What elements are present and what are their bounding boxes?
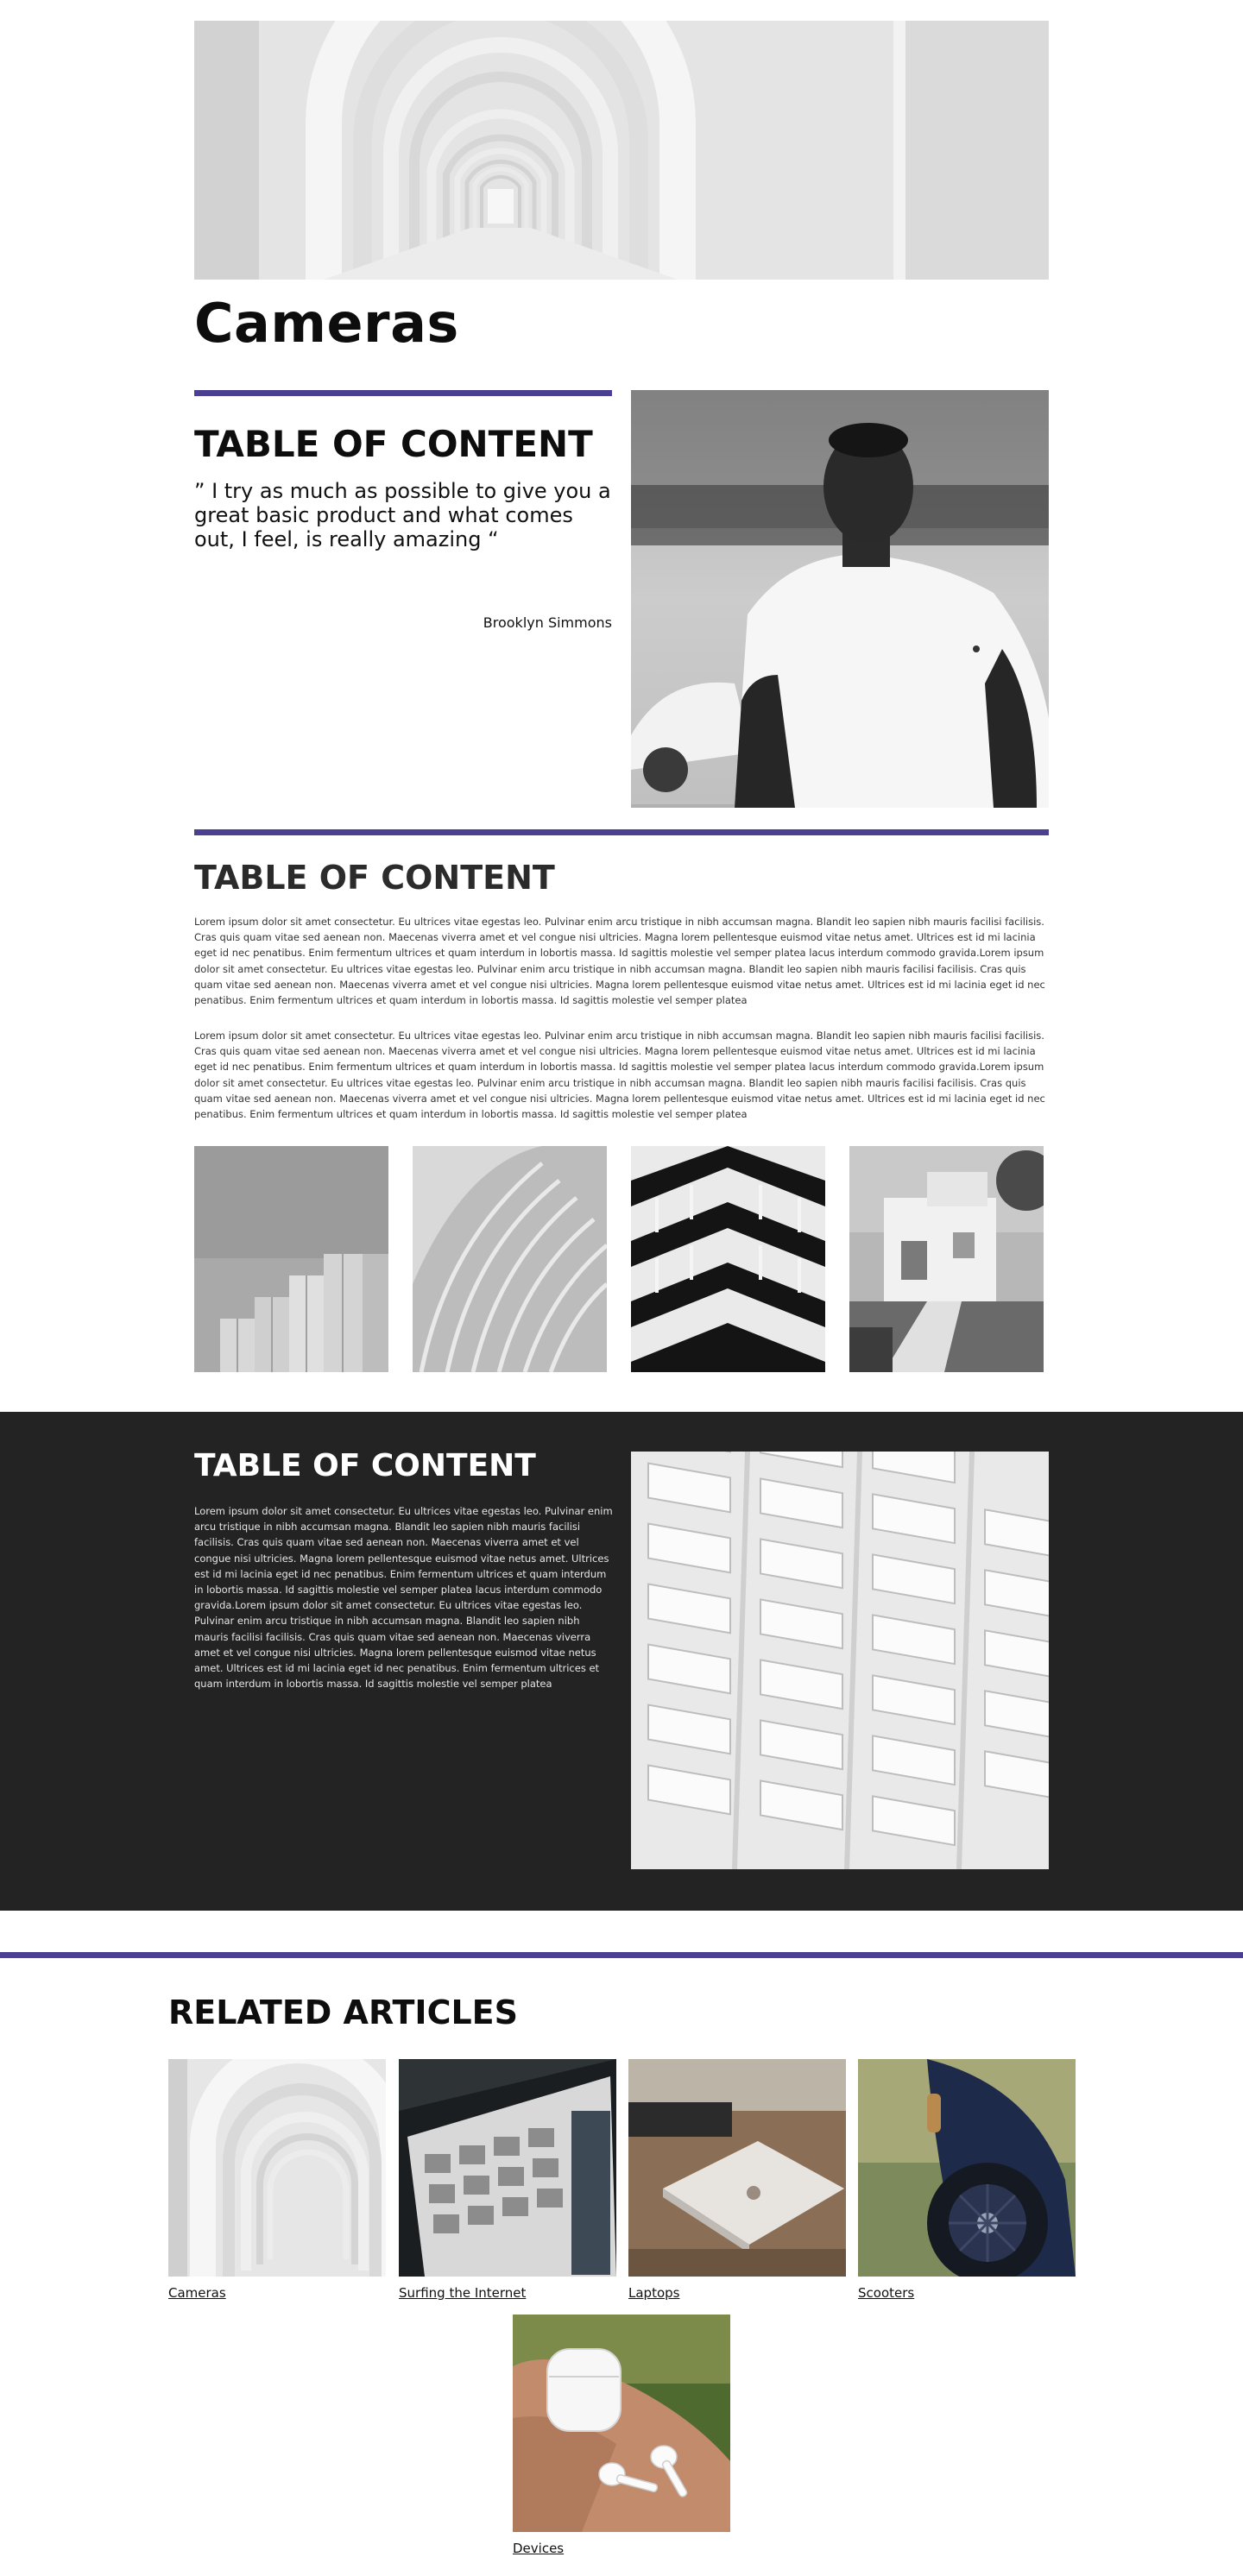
- quote-section-heading: TABLE OF CONTENT: [194, 423, 593, 465]
- gallery-image-steps: [194, 1146, 388, 1372]
- related-link-scooters[interactable]: Scooters: [858, 2285, 914, 2301]
- text-section-heading: TABLE OF CONTENT: [194, 859, 555, 897]
- related-link-surfing[interactable]: Surfing the Internet: [399, 2285, 526, 2301]
- related-card-image-surfing[interactable]: [399, 2059, 616, 2277]
- gallery-image-zigzag-building: [631, 1146, 825, 1372]
- gallery-image-curve-building: [413, 1146, 607, 1372]
- related-link-laptops[interactable]: Laptops: [628, 2285, 679, 2301]
- gallery-image-white-house: [849, 1146, 1044, 1372]
- balcony-building-photo: [631, 1452, 1049, 1869]
- related-articles-heading: RELATED ARTICLES: [168, 1993, 518, 2031]
- page: Cameras TABLE OF CONTENT ” I try as much…: [0, 0, 1243, 2576]
- body-paragraph-2: Lorem ipsum dolor sit amet consectetur. …: [194, 1030, 1045, 1121]
- body-paragraph-1: Lorem ipsum dolor sit amet consectetur. …: [194, 916, 1045, 1007]
- dark-section-paragraph: Lorem ipsum dolor sit amet consectetur. …: [194, 1505, 613, 1691]
- dark-section: [0, 1412, 1243, 1911]
- quote-text: ” I try as much as possible to give you …: [194, 479, 611, 551]
- related-card-image-cameras[interactable]: [168, 2059, 386, 2277]
- related-link-devices[interactable]: Devices: [513, 2541, 564, 2556]
- portrait-photo: [631, 390, 1049, 808]
- related-link-cameras[interactable]: Cameras: [168, 2285, 226, 2301]
- accent-bar-top: [194, 390, 612, 396]
- accent-bar-related: [0, 1952, 1243, 1958]
- related-card-image-devices[interactable]: [513, 2315, 730, 2532]
- related-card-image-scooters[interactable]: [858, 2059, 1076, 2277]
- related-card-image-laptops[interactable]: [628, 2059, 846, 2277]
- quote-author: Brooklyn Simmons: [483, 614, 612, 631]
- dark-section-heading: TABLE OF CONTENT: [194, 1448, 536, 1483]
- page-title: Cameras: [194, 292, 459, 355]
- hero-image: [194, 21, 1049, 280]
- accent-bar-divider: [194, 829, 1049, 835]
